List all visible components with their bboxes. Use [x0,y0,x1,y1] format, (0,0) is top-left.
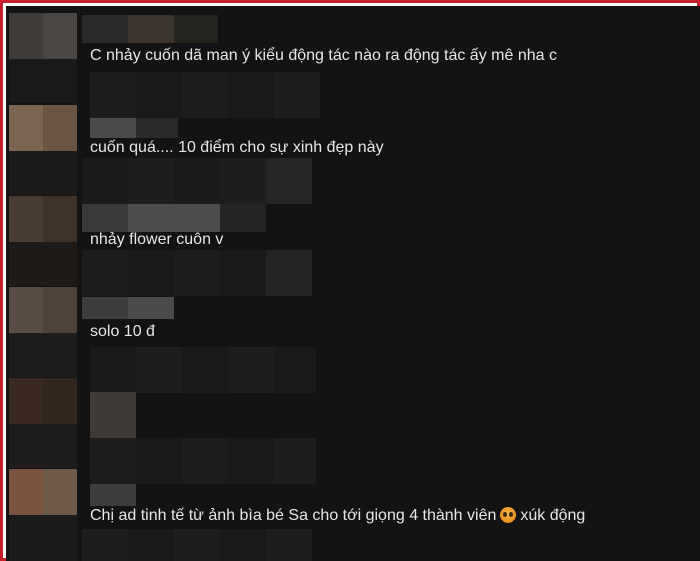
avatar-shadow [9,333,77,377]
meta-blur [266,158,312,204]
avatar[interactable] [9,196,77,242]
comment-text: solo 10 đ [90,323,155,340]
avatar[interactable] [9,287,77,333]
avatar-shadow [9,151,77,195]
username-blur [128,204,220,232]
meta-blur [90,438,316,484]
comment-text: Chị ad tinh tế từ ảnh bìa bé Sa cho tới … [90,506,585,526]
username-blur[interactable] [82,297,128,319]
meta-blur [266,250,312,296]
comment-text-end: xúk động [520,507,586,524]
comment-text: nhảy flower cuôn v [90,231,224,248]
avatar-shadow [9,515,77,561]
avatar-shadow [9,424,77,468]
comment-text: cuốn quá.... 10 điểm cho sự xinh đẹp này [90,139,384,156]
username-blur [128,297,174,319]
avatar-shadow [9,242,77,286]
comment-list: C nhảy cuốn dã man ý kiểu động tác nào r… [6,6,700,561]
screenshot-frame: C nhảy cuốn dã man ý kiểu động tác nào r… [0,0,700,561]
avatar[interactable] [9,105,77,151]
avatar[interactable] [9,469,77,515]
comment-text-start: Chị ad tinh tế từ ảnh bìa bé Sa cho tới … [90,507,497,524]
comment-text: C nhảy cuốn dã man ý kiểu động tác nào r… [90,47,557,64]
username-blur[interactable] [82,204,128,232]
username-blur [136,118,178,138]
username-blur[interactable] [90,392,136,438]
username-blur [174,15,218,43]
username-blur[interactable] [90,484,136,506]
meta-blur [90,72,320,118]
username-blur [128,15,174,43]
pleading-face-emoji [500,507,517,523]
meta-blur [82,529,312,561]
avatar[interactable] [9,13,77,59]
username-blur[interactable] [90,118,136,138]
avatar[interactable] [9,378,77,424]
meta-blur [90,347,316,393]
username-blur [220,204,266,232]
avatar-shadow [9,59,77,103]
username-blur[interactable] [82,15,128,43]
